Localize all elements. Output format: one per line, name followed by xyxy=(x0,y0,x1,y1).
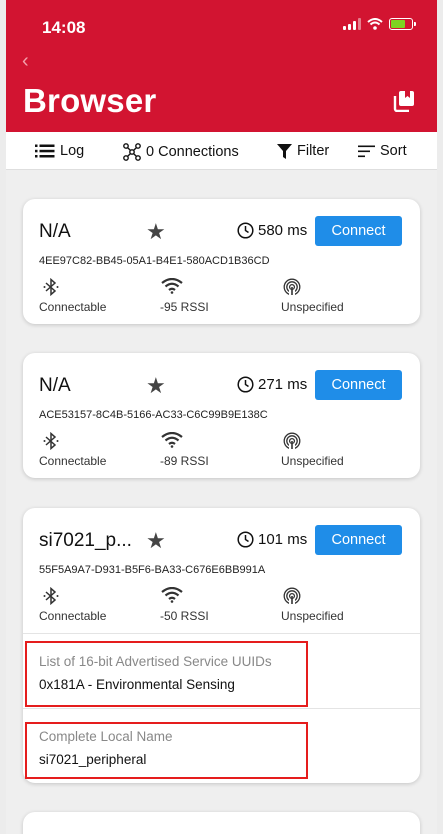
wifi-signal-icon xyxy=(161,432,183,448)
device-name: N/A xyxy=(39,375,71,396)
interval-value: 580 ms xyxy=(258,222,308,239)
sort-label: Sort xyxy=(380,143,407,159)
back-button[interactable]: ‹ xyxy=(22,50,29,73)
status-icons xyxy=(343,18,416,30)
interval-value: 101 ms xyxy=(258,531,308,548)
wifi-signal-icon xyxy=(161,587,183,603)
rssi-value: -50 RSSI xyxy=(160,609,209,623)
beacon-icon xyxy=(283,587,301,605)
beacon-icon xyxy=(283,278,301,296)
connectable-status: Connectable xyxy=(39,300,107,314)
connect-button[interactable]: Connect xyxy=(315,525,402,555)
beacon-icon xyxy=(283,432,301,450)
clock-icon xyxy=(237,222,254,239)
advertising-interval: 271 ms xyxy=(237,376,307,393)
page-title: Browser xyxy=(23,82,157,119)
filter-button[interactable]: Filter xyxy=(277,143,329,159)
bluetooth-icon xyxy=(43,278,59,296)
device-uuid: ACE53157-8C4B-5166-AC33-C6C99B9E138C xyxy=(39,409,268,421)
filter-icon xyxy=(277,143,292,159)
favorite-star-icon[interactable]: ★ xyxy=(146,528,166,554)
sort-icon xyxy=(358,145,375,157)
rssi-value: -95 RSSI xyxy=(160,300,209,314)
device-name: si7021_p... xyxy=(39,530,132,551)
bookmarks-icon[interactable] xyxy=(393,90,415,112)
log-label: Log xyxy=(60,143,85,159)
device-uuid: 55F5A9A7-D931-B5F6-BA33-C676E6BB991A xyxy=(39,564,266,576)
bluetooth-icon xyxy=(43,587,59,605)
sort-button[interactable]: Sort xyxy=(358,143,407,159)
app-screen: 14:08 ‹ Browser Log 0 Connections Filter… xyxy=(6,0,437,834)
wifi-signal-icon xyxy=(161,278,183,294)
log-button[interactable]: Log xyxy=(35,143,84,159)
device-name: N/A xyxy=(39,221,71,242)
interval-value: 271 ms xyxy=(258,376,308,393)
beacon-type: Unspecified xyxy=(281,609,344,623)
connect-button[interactable]: Connect xyxy=(315,370,402,400)
clock-icon xyxy=(237,531,254,548)
device-card[interactable]: N/A ★ 580 ms Connect 4EE97C82-BB45-05A1-… xyxy=(23,199,420,324)
favorite-star-icon[interactable]: ★ xyxy=(146,373,166,399)
clock-icon xyxy=(237,376,254,393)
device-card[interactable] xyxy=(23,812,420,834)
list-icon xyxy=(35,144,55,158)
highlight-box xyxy=(25,722,308,779)
status-time: 14:08 xyxy=(42,18,86,37)
device-uuid: 4EE97C82-BB45-05A1-B4E1-580ACD1B36CD xyxy=(39,255,270,267)
cellular-signal-icon xyxy=(343,18,361,30)
battery-icon xyxy=(389,18,416,30)
wifi-status-icon xyxy=(367,18,383,30)
connectable-status: Connectable xyxy=(39,609,107,623)
rssi-value: -89 RSSI xyxy=(160,454,209,468)
beacon-type: Unspecified xyxy=(281,454,344,468)
connectable-status: Connectable xyxy=(39,454,107,468)
app-header: 14:08 ‹ Browser xyxy=(6,0,437,132)
connections-button[interactable]: 0 Connections xyxy=(123,143,239,161)
advertising-interval: 101 ms xyxy=(237,531,307,548)
connections-label: 0 Connections xyxy=(146,144,239,160)
device-card[interactable]: N/A ★ 271 ms Connect ACE53157-8C4B-5166-… xyxy=(23,353,420,478)
favorite-star-icon[interactable]: ★ xyxy=(146,219,166,245)
connect-button[interactable]: Connect xyxy=(315,216,402,246)
advertising-interval: 580 ms xyxy=(237,222,307,239)
filter-label: Filter xyxy=(297,143,330,159)
highlight-box xyxy=(25,641,308,707)
connections-icon xyxy=(123,143,141,161)
toolbar: Log 0 Connections Filter Sort xyxy=(6,132,437,170)
beacon-type: Unspecified xyxy=(281,300,344,314)
bluetooth-icon xyxy=(43,432,59,450)
